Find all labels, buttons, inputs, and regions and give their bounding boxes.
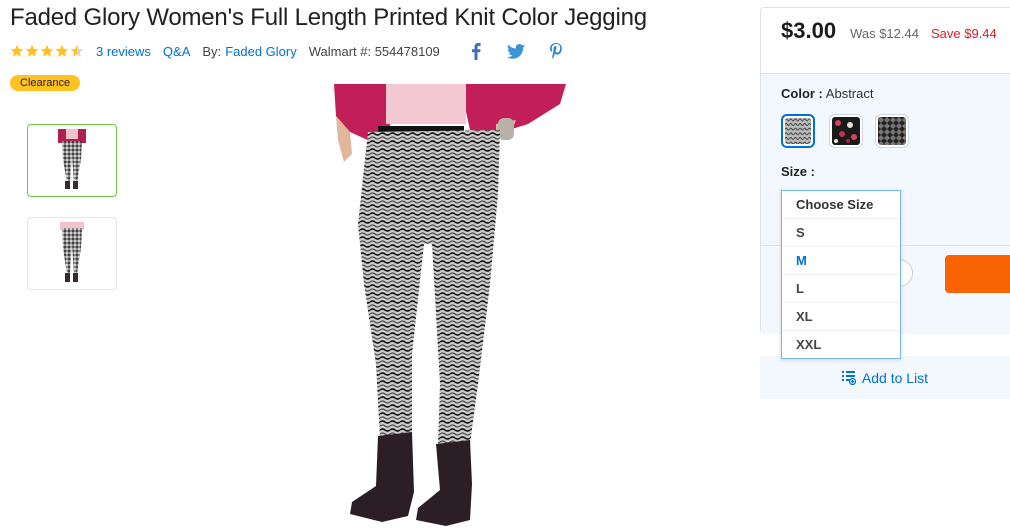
facebook-icon[interactable] [467,42,485,60]
product-title: Faded Glory Women's Full Length Printed … [10,4,647,31]
size-label: Size : [781,164,815,179]
pinterest-icon[interactable] [547,42,565,60]
social-share [467,42,565,60]
reviews-link[interactable]: 3 reviews [96,44,151,59]
size-dropdown[interactable]: Choose Size S M L XL XXL [781,190,901,359]
product-meta: 3 reviews Q&A By: Faded Glory Walmart #:… [10,42,565,60]
save-amount: Save $9.44 [930,26,997,41]
size-option-m[interactable]: M [782,247,900,275]
thumbnail-image [60,222,84,282]
size-option-xl[interactable]: XL [782,303,900,331]
add-to-cart-button[interactable] [945,255,1010,293]
current-price: $3.00 [781,18,837,43]
swatch-pattern [785,118,811,144]
swatch-dark-print[interactable] [875,114,909,148]
swatch-pattern [878,117,906,145]
half-star-icon [70,44,84,57]
size-option-l[interactable]: L [782,275,900,303]
color-value: Abstract [825,86,874,101]
rating-stars[interactable] [10,44,84,58]
add-to-list-button[interactable]: Add to List [760,356,1010,399]
price-row: $3.00 Was $12.44 Save $9.44 [781,18,997,44]
size-option-placeholder[interactable]: Choose Size [782,191,900,219]
add-to-list-icon [841,371,856,385]
swatch-pattern [832,117,860,145]
product-main-image[interactable] [320,84,580,529]
swatch-floral[interactable] [829,114,863,148]
size-option-s[interactable]: S [782,219,900,247]
thumbnail-1[interactable] [27,124,117,197]
thumbnail-image [58,129,86,189]
star-icon [55,44,69,57]
add-to-list-label: Add to List [861,369,929,386]
walmart-number: Walmart #: 554478109 [308,43,440,59]
star-icon [25,44,39,57]
qa-link[interactable]: Q&A [163,44,190,59]
was-price: Was $12.44 [850,26,919,41]
twitter-icon[interactable] [506,42,525,60]
thumbnail-2[interactable] [27,217,117,290]
star-icon [40,44,54,57]
color-label: Color : Abstract [781,86,874,101]
star-icon [10,44,24,57]
by-label: By: [202,43,222,59]
swatch-abstract[interactable] [781,114,815,148]
brand-link[interactable]: Faded Glory [225,44,297,59]
size-option-xxl[interactable]: XXL [782,331,900,359]
clearance-badge: Clearance [10,75,81,91]
